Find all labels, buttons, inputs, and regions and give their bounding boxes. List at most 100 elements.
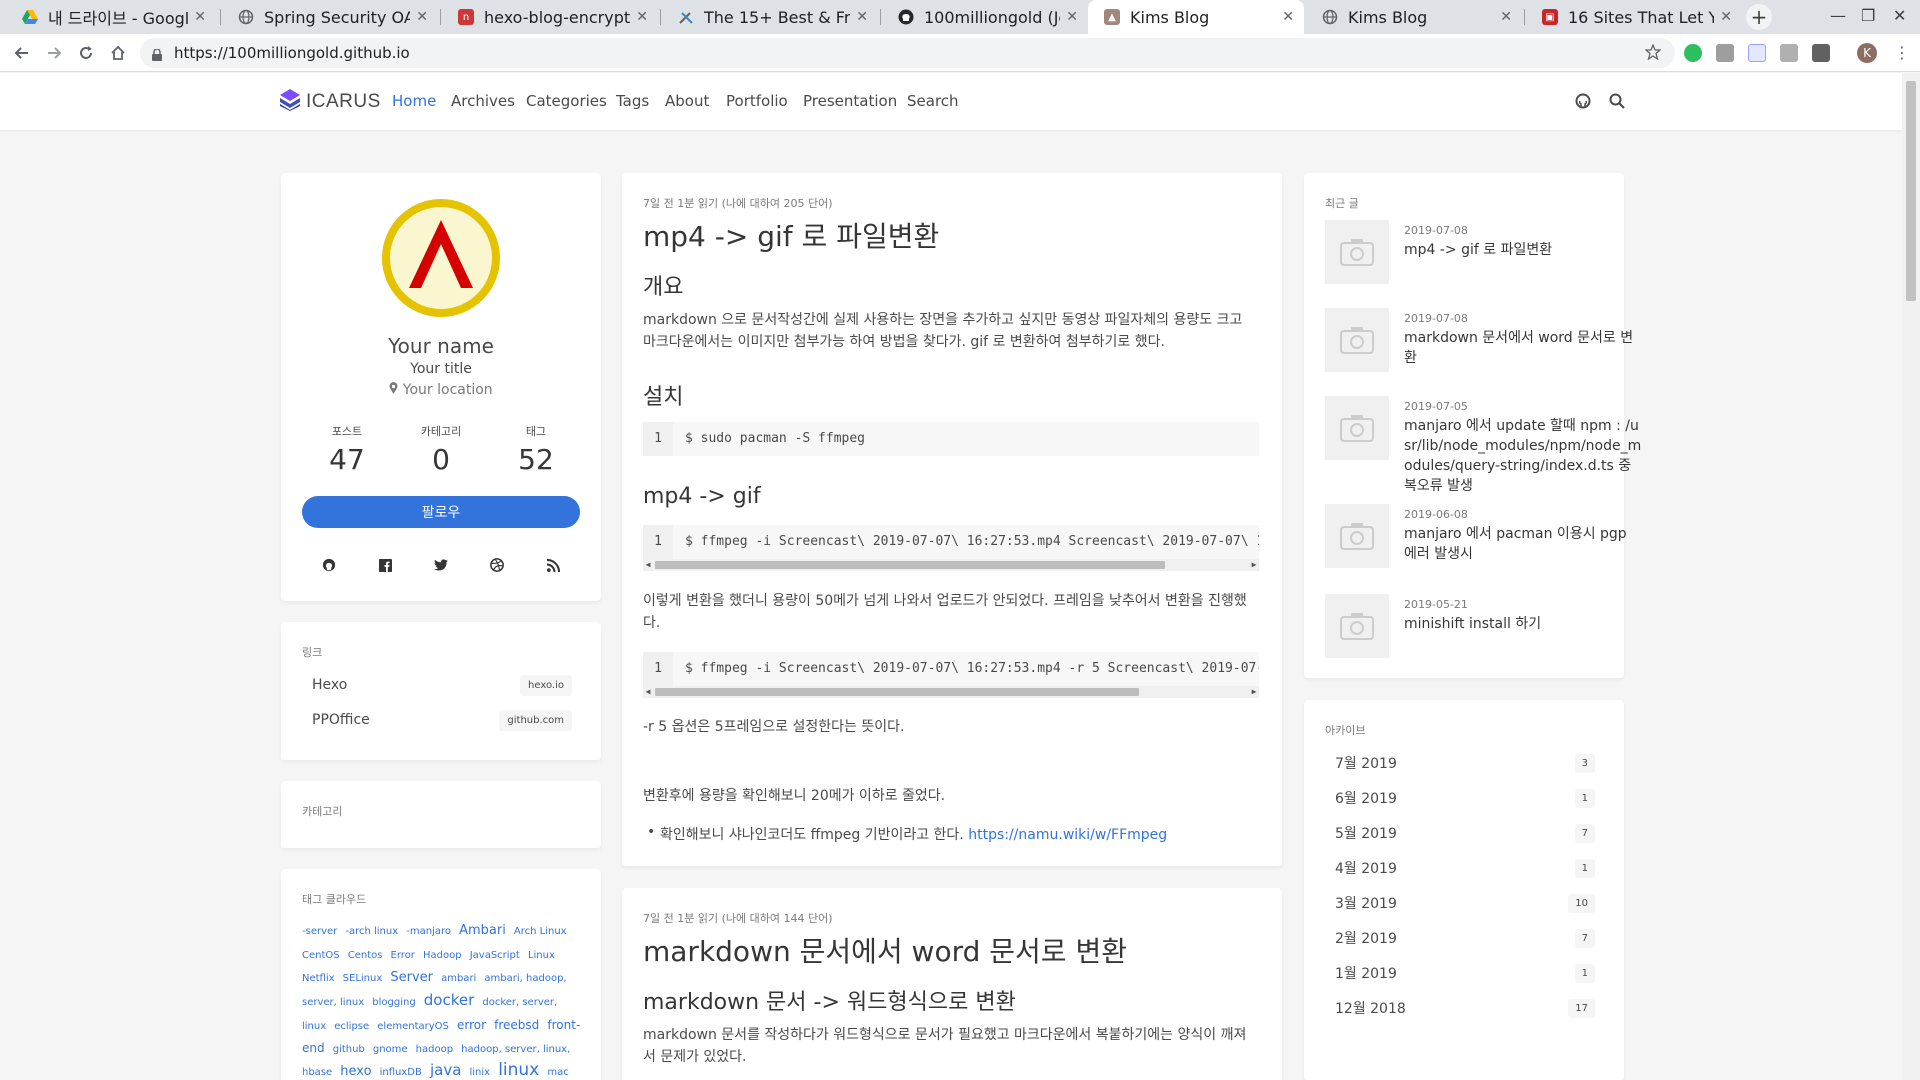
tag-link[interactable]: docker — [424, 991, 475, 1009]
browser-tab-google-drive[interactable]: 내 드라이브 - Google 드 ✕ — [6, 0, 216, 34]
archive-item[interactable]: 3월 2019 10 — [1335, 891, 1595, 915]
tag-link[interactable]: influxDB — [380, 1067, 422, 1078]
tag-link[interactable]: Error — [391, 950, 415, 961]
tag-link[interactable]: CentOS — [302, 950, 340, 961]
c-extension-icon[interactable] — [1812, 44, 1830, 62]
github-icon[interactable] — [1575, 93, 1591, 109]
stat-tags[interactable]: 태그 52 — [491, 423, 581, 476]
scrollbar-thumb[interactable] — [655, 561, 1165, 569]
recent-post-item[interactable]: 2019-07-08 mp4 -> gif 로 파일변환 — [1325, 220, 1625, 284]
link-ppoffice[interactable]: PPOffice github.com — [312, 707, 572, 733]
browser-tab-npm[interactable]: n hexo-blog-encrypt - npm ✕ — [442, 0, 658, 34]
recent-post-item[interactable]: 2019-05-21 minishift install 하기 — [1325, 594, 1625, 658]
twitter-icon[interactable] — [432, 556, 450, 574]
post-title[interactable]: minishift install 하기 — [1404, 614, 1644, 634]
post-title[interactable]: manjaro 에서 pacman 이용시 pgp 에러 발생시 — [1404, 524, 1644, 564]
close-window-icon[interactable]: ✕ — [1893, 6, 1906, 25]
reload-icon[interactable] — [76, 43, 96, 63]
new-tab-button[interactable]: + — [1746, 4, 1772, 30]
tag-link[interactable]: Server — [390, 970, 433, 985]
maximize-icon[interactable]: ❐ — [1861, 6, 1875, 25]
bookmark-star-icon[interactable] — [1644, 43, 1662, 64]
browser-tab-spring[interactable]: Spring Security OAuth ✕ — [222, 0, 438, 34]
post-title[interactable]: markdown 문서에서 word 문서로 변환 — [1404, 328, 1644, 368]
profile-avatar[interactable]: K — [1857, 43, 1877, 63]
minimize-icon[interactable]: — — [1830, 6, 1846, 25]
search-icon[interactable] — [1609, 93, 1625, 109]
address-bar[interactable]: https://100milliongold.github.io — [140, 38, 1675, 68]
camera-extension-icon[interactable] — [1716, 44, 1734, 62]
close-icon[interactable]: ✕ — [194, 9, 206, 25]
tag-link[interactable]: Hadoop — [423, 950, 462, 961]
scroll-right-icon[interactable]: ▶ — [1249, 686, 1259, 698]
close-icon[interactable]: ✕ — [1720, 9, 1732, 25]
archive-item[interactable]: 7월 2019 3 — [1335, 751, 1595, 775]
stat-categories[interactable]: 카테고리 0 — [396, 423, 486, 476]
tag-link[interactable]: ambari — [441, 973, 476, 984]
tag-link[interactable]: freebsd — [494, 1018, 539, 1032]
post-title[interactable]: markdown 문서에서 word 문서로 변환 — [643, 930, 1127, 970]
recent-post-item[interactable]: 2019-07-05 manjaro 에서 update 할때 npm : /u… — [1325, 396, 1641, 494]
tag-link[interactable]: hexo — [340, 1064, 371, 1079]
browser-tab-tools[interactable]: The 15+ Best & Free H ✕ — [662, 0, 878, 34]
nav-categories[interactable]: Categories — [526, 92, 607, 110]
nav-tags[interactable]: Tags — [616, 92, 649, 110]
tag-link[interactable]: -arch linux — [345, 926, 398, 937]
tag-link[interactable]: blogging — [372, 997, 415, 1008]
evernote-extension-icon[interactable] — [1684, 44, 1702, 62]
archive-item[interactable]: 1월 2019 1 — [1335, 961, 1595, 985]
page-scrollbar[interactable] — [1902, 73, 1920, 1080]
tag-link[interactable]: linix — [470, 1067, 491, 1078]
follow-button[interactable]: 팔로우 — [302, 496, 580, 528]
close-icon[interactable]: ✕ — [416, 9, 428, 25]
nav-archives[interactable]: Archives — [451, 92, 515, 110]
post-title[interactable]: mp4 -> gif 로 파일변환 — [643, 215, 939, 255]
tag-link[interactable]: eclipse — [334, 1021, 369, 1032]
code-horizontal-scrollbar[interactable]: ◀ ▶ — [643, 559, 1259, 571]
back-icon[interactable] — [12, 43, 32, 63]
stat-posts[interactable]: 포스트 47 — [302, 423, 392, 476]
browser-tab-16-sites[interactable]: ▣ 16 Sites That Let You C ✕ — [1526, 0, 1742, 34]
tag-link[interactable]: -manjaro — [406, 926, 451, 937]
namu-wiki-link[interactable]: https://namu.wiki/w/FFmpeg — [968, 827, 1167, 843]
scrollbar-thumb[interactable] — [655, 688, 1139, 696]
tag-link[interactable]: github — [333, 1044, 365, 1055]
browser-tab-kims-blog[interactable]: Kims Blog ✕ — [1306, 0, 1522, 34]
recent-post-item[interactable]: 2019-06-08 manjaro 에서 pacman 이용시 pgp 에러 … — [1325, 504, 1627, 568]
nav-home[interactable]: Home — [392, 92, 436, 110]
browser-tab-kims-blog-active[interactable]: ▲ Kims Blog ✕ — [1088, 0, 1304, 34]
tag-link[interactable]: elementaryOS — [377, 1021, 449, 1032]
browser-tab-github[interactable]: 100milliongold (Jea-E ✕ — [882, 0, 1088, 34]
scroll-right-icon[interactable]: ▶ — [1249, 559, 1259, 571]
archive-item[interactable]: 4월 2019 1 — [1335, 856, 1595, 880]
tag-link[interactable]: mac — [547, 1067, 568, 1078]
extension-icon[interactable] — [1780, 44, 1798, 62]
nav-presentation[interactable]: Presentation — [803, 92, 897, 110]
tag-link[interactable]: gnome — [373, 1044, 408, 1055]
tag-link[interactable]: error — [457, 1018, 486, 1032]
post-title[interactable]: manjaro 에서 update 할때 npm : /usr/lib/node… — [1404, 416, 1644, 496]
nav-portfolio[interactable]: Portfolio — [726, 92, 788, 110]
close-icon[interactable]: ✕ — [1500, 9, 1512, 25]
tag-link[interactable]: Ambari — [459, 923, 506, 938]
tag-link[interactable]: -server — [302, 926, 337, 937]
translate-extension-icon[interactable] — [1748, 44, 1766, 62]
close-icon[interactable]: ✕ — [856, 9, 868, 25]
forward-icon[interactable] — [44, 43, 64, 63]
tag-link[interactable]: JavaScript — [470, 950, 520, 961]
code-horizontal-scrollbar[interactable]: ◀ ▶ — [643, 686, 1259, 698]
dribbble-icon[interactable] — [488, 556, 506, 574]
tag-link[interactable]: SELinux — [343, 973, 383, 984]
facebook-icon[interactable] — [376, 556, 394, 574]
github-icon[interactable] — [320, 556, 338, 574]
home-icon[interactable] — [108, 43, 128, 63]
close-icon[interactable]: ✕ — [1066, 9, 1078, 25]
tag-link[interactable]: hadoop — [416, 1044, 453, 1055]
tag-link[interactable]: Centos — [348, 950, 383, 961]
close-icon[interactable]: ✕ — [636, 9, 648, 25]
site-logo[interactable]: ICARUS — [280, 89, 381, 115]
scrollbar-thumb[interactable] — [1906, 81, 1916, 301]
scroll-left-icon[interactable]: ◀ — [643, 559, 653, 571]
archive-item[interactable]: 5월 2019 7 — [1335, 821, 1595, 845]
tag-link[interactable]: Netflix — [302, 973, 335, 984]
